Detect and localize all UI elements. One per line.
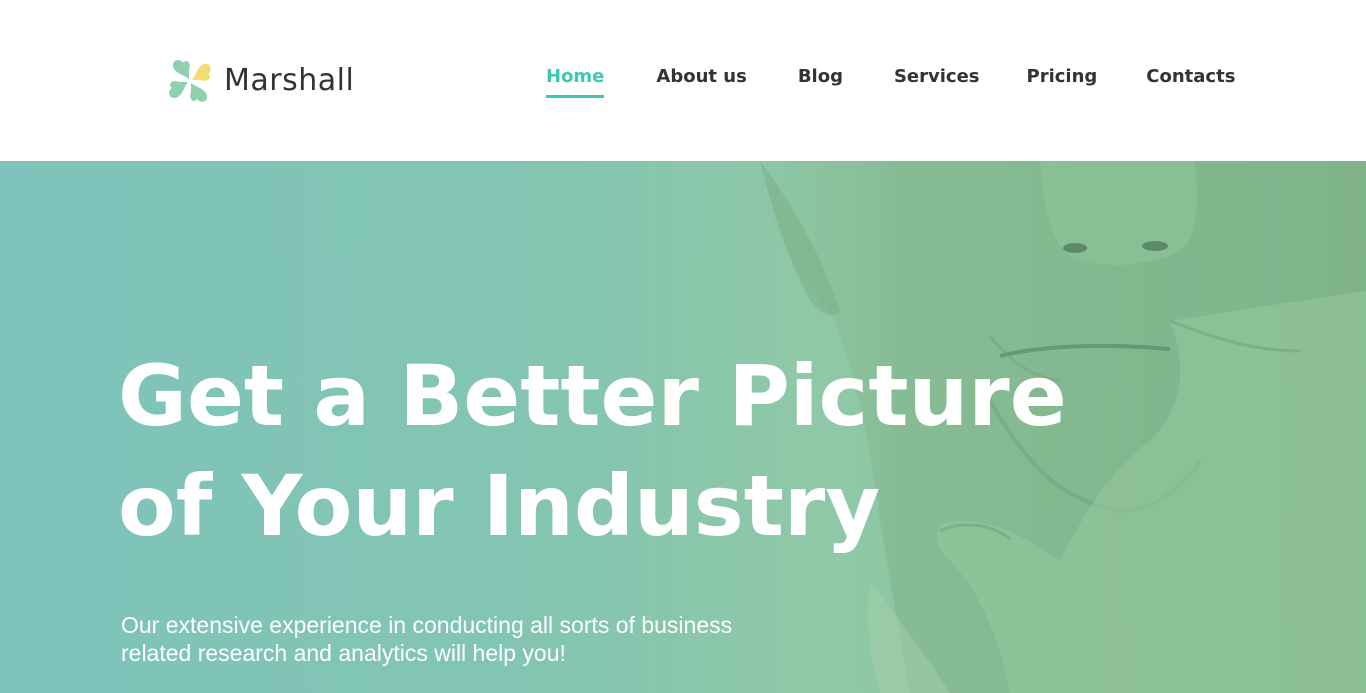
- hero-subtitle: Our extensive experience in conducting a…: [121, 611, 761, 667]
- logo-text: Marshall: [224, 63, 355, 98]
- nav-pricing-label: Pricing: [1026, 66, 1098, 87]
- nav-contacts[interactable]: Contacts: [1146, 64, 1235, 98]
- hero-subtitle-line-1: Our extensive experience in conducting a…: [121, 612, 733, 638]
- page: Marshall Home About us Blog Services Pri…: [0, 0, 1366, 693]
- logo-link[interactable]: Marshall: [166, 56, 354, 106]
- nav-services-label: Services: [893, 66, 980, 87]
- site-header: Marshall Home About us Blog Services Pri…: [0, 0, 1366, 161]
- nav-blog-label: Blog: [797, 66, 843, 87]
- hero-title: Get a Better Picture of Your Industry: [118, 341, 1098, 561]
- hero-subtitle-line-2: related research and analytics will help…: [121, 640, 566, 666]
- nav-blog[interactable]: Blog: [798, 64, 843, 98]
- nav-pricing[interactable]: Pricing: [1027, 64, 1098, 98]
- clover-icon: [169, 60, 211, 102]
- hero-section: Get a Better Picture of Your Industry Ou…: [0, 161, 1366, 693]
- active-nav-underline: [546, 95, 605, 98]
- nav-home-label: Home: [546, 66, 605, 87]
- hero-title-line-1: Get a Better Picture: [118, 347, 1067, 445]
- nav-contacts-label: Contacts: [1146, 66, 1236, 87]
- nav-about-us-label: About us: [656, 66, 747, 87]
- nav-home[interactable]: Home: [546, 64, 605, 98]
- hero-title-line-2: of Your Industry: [118, 457, 881, 555]
- main-nav: Home About us Blog Services Pricing Cont…: [546, 64, 1235, 98]
- nav-services[interactable]: Services: [894, 64, 980, 98]
- nav-about-us[interactable]: About us: [656, 64, 746, 98]
